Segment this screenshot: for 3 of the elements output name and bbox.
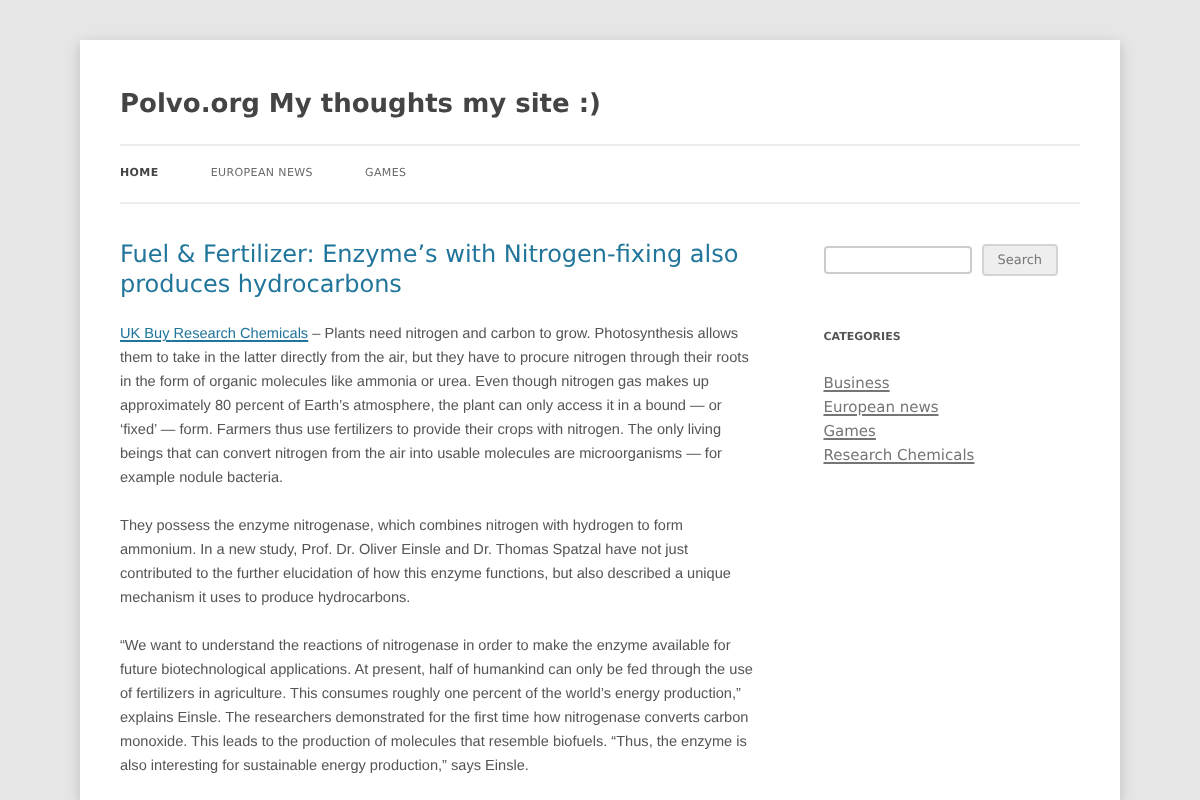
search-field[interactable] [823, 246, 972, 274]
post-title[interactable]: Fuel & Fertilizer: Enzyme’s with Nitrogen-fixing also produces hydrocarbons [120, 240, 756, 300]
site-title[interactable]: Polvo.org My thoughts my site :) [120, 40, 1080, 144]
